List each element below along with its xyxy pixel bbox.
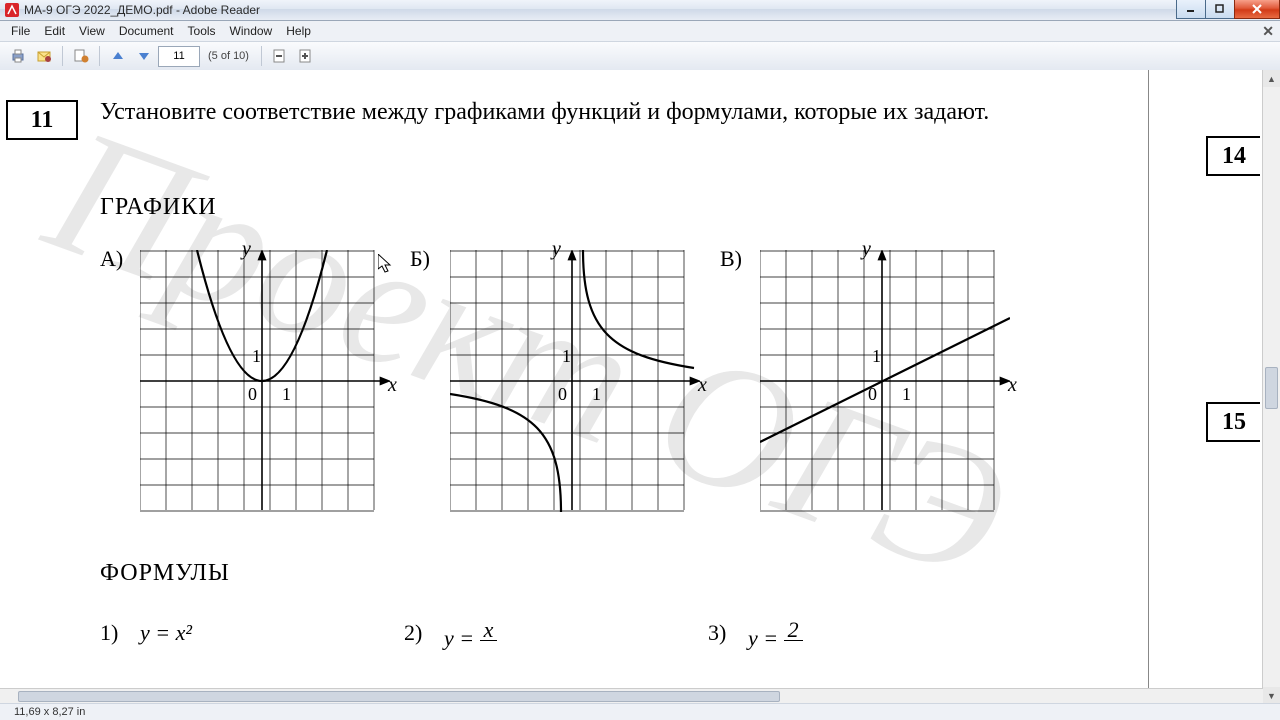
page-up-button[interactable] [106,44,130,68]
toolbar: (5 of 10) [0,42,1280,71]
formula-3-number: 3) [708,620,726,646]
zoom-in-button[interactable] [294,44,318,68]
menu-file[interactable]: File [4,22,37,40]
page-down-button[interactable] [132,44,156,68]
question-number-box: 11 [6,100,78,140]
task-text: Установите соответствие между графиками … [100,96,1040,128]
menu-edit[interactable]: Edit [37,22,72,40]
status-bar: 11,69 x 8,27 in [0,703,1280,720]
adobe-reader-icon [4,2,20,18]
vscroll-thumb[interactable] [1265,367,1278,409]
next-page-sliver: 14 15 [1160,70,1260,704]
minimize-button[interactable] [1176,0,1206,19]
close-document-button[interactable]: ✕ [1262,23,1274,40]
menu-help[interactable]: Help [279,22,318,40]
collab-button[interactable] [69,44,93,68]
maximize-button[interactable] [1205,0,1235,19]
menu-view[interactable]: View [72,22,112,40]
window-controls [1177,0,1280,19]
graph-b: y x 0 1 1 [450,250,700,515]
scroll-down-arrow[interactable]: ▼ [1263,687,1280,704]
graph-v: y x 0 1 1 [760,250,1010,515]
menu-bar: File Edit View Document Tools Window Hel… [0,21,1280,42]
section-graphs-label: ГРАФИКИ [100,194,217,221]
print-button[interactable] [6,44,30,68]
menu-document[interactable]: Document [112,22,181,40]
page-dimensions: 11,69 x 8,27 in [14,706,85,718]
formula-3: y = 2x [748,620,803,661]
window-titlebar: МА-9 ОГЭ 2022_ДЕМО.pdf - Adobe Reader [0,0,1280,21]
formula-1-number: 1) [100,620,118,646]
menu-window[interactable]: Window [223,22,280,40]
zoom-out-button[interactable] [268,44,292,68]
scroll-up-arrow[interactable]: ▲ [1263,70,1280,87]
formula-2: y = x2 [444,620,497,661]
formula-1: y = x² [140,620,192,646]
menu-tools[interactable]: Tools [181,22,223,40]
page-count-label: (5 of 10) [208,50,249,62]
page-number-input[interactable] [158,46,200,67]
horizontal-scrollbar[interactable] [0,688,1263,704]
vertical-scrollbar[interactable]: ▲ ▼ [1262,70,1280,704]
formula-2-number: 2) [404,620,422,646]
hscroll-thumb[interactable] [18,691,780,702]
graph-a: y x 0 1 1 [140,250,390,515]
graph-label-a: А) [100,246,123,272]
window-title: МА-9 ОГЭ 2022_ДЕМО.pdf - Adobe Reader [24,3,260,17]
section-formulas-label: ФОРМУЛЫ [100,560,230,587]
document-viewport: Проект ОГЭ 11 Установите соответствие ме… [0,70,1280,704]
question-15-box: 15 [1206,402,1260,442]
close-window-button[interactable] [1234,0,1280,19]
email-button[interactable] [32,44,56,68]
graph-label-b: Б) [410,246,430,272]
pdf-page: Проект ОГЭ 11 Установите соответствие ме… [0,70,1149,704]
graph-label-v: В) [720,246,742,272]
question-14-box: 14 [1206,136,1260,176]
